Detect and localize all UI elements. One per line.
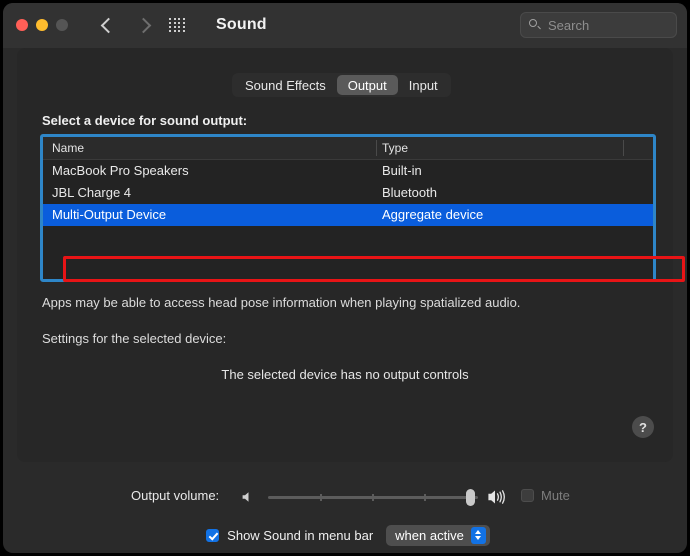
mute-control[interactable]: Mute: [521, 488, 570, 503]
chevron-right-icon: [135, 17, 152, 33]
table-header: Name Type: [43, 137, 653, 160]
search-placeholder: Search: [548, 17, 590, 33]
tab-sound-effects[interactable]: Sound Effects: [234, 75, 337, 95]
show-sound-in-menu-bar-checkbox[interactable]: [206, 528, 220, 542]
column-divider-2: [623, 140, 624, 156]
show-sound-in-menu-bar-label: Show Sound in menu bar: [227, 527, 374, 543]
slider-knob[interactable]: [466, 489, 475, 506]
tab-output[interactable]: Output: [336, 75, 398, 95]
chevron-left-icon: [100, 17, 117, 33]
zoom-button[interactable]: [56, 19, 68, 31]
slider-tick: [320, 494, 322, 501]
title-bar: Sound Search: [3, 3, 687, 48]
tab-bar: Sound Effects Output Input: [232, 73, 451, 97]
slider-tick: [372, 494, 374, 501]
help-button[interactable]: ?: [632, 416, 654, 438]
speaker-high-icon: [488, 490, 505, 504]
table-row[interactable]: MacBook Pro Speakers Built-in: [43, 160, 653, 182]
device-table[interactable]: Name Type MacBook Pro Speakers Built-in …: [43, 137, 653, 279]
close-button[interactable]: [16, 19, 28, 31]
output-volume-label: Output volume:: [131, 488, 220, 503]
slider-tick: [424, 494, 426, 501]
device-type: Built-in: [382, 163, 422, 178]
mute-checkbox[interactable]: [521, 489, 534, 502]
menu-bar-visibility-value: when active: [395, 527, 464, 543]
grid-dots-icon[interactable]: [168, 17, 186, 33]
sound-preferences-window: Sound Search Sound Effects Output Input …: [3, 3, 687, 553]
device-name: Multi-Output Device: [52, 207, 167, 222]
device-type: Bluetooth: [382, 185, 437, 200]
column-header-type: Type: [382, 141, 409, 155]
spatial-audio-note: Apps may be able to access head pose inf…: [42, 295, 521, 310]
no-output-controls-message: The selected device has no output contro…: [221, 367, 469, 382]
search-icon: [529, 19, 541, 31]
speaker-low-icon: [242, 492, 249, 502]
chevron-updown-icon: [470, 526, 486, 544]
tab-input[interactable]: Input: [398, 75, 449, 95]
column-divider-1: [376, 140, 377, 156]
column-header-name: Name: [52, 141, 85, 155]
content-panel: Sound Effects Output Input Select a devi…: [17, 48, 685, 462]
menu-bar-visibility-dropdown[interactable]: when active: [386, 524, 490, 546]
window-title: Sound: [216, 16, 267, 33]
settings-label: Settings for the selected device:: [42, 331, 227, 346]
section-label: Select a device for sound output:: [42, 113, 248, 128]
table-row[interactable]: JBL Charge 4 Bluetooth: [43, 182, 653, 204]
output-volume-row: Output volume: Mute: [3, 485, 687, 509]
traffic-lights: [16, 19, 68, 31]
output-volume-slider[interactable]: [268, 489, 478, 506]
device-name: MacBook Pro Speakers: [52, 163, 189, 178]
search-field[interactable]: Search: [520, 12, 677, 38]
minimize-button[interactable]: [36, 19, 48, 31]
forward-button[interactable]: [133, 13, 157, 37]
device-name: JBL Charge 4: [52, 185, 132, 200]
device-type: Aggregate device: [382, 207, 484, 222]
menu-bar-row: Show Sound in menu bar when active: [3, 523, 687, 547]
table-row-selected[interactable]: Multi-Output Device Aggregate device: [43, 204, 653, 226]
device-table-highlight: Name Type MacBook Pro Speakers Built-in …: [40, 134, 685, 282]
back-button[interactable]: [95, 13, 119, 37]
mute-label: Mute: [541, 488, 570, 503]
